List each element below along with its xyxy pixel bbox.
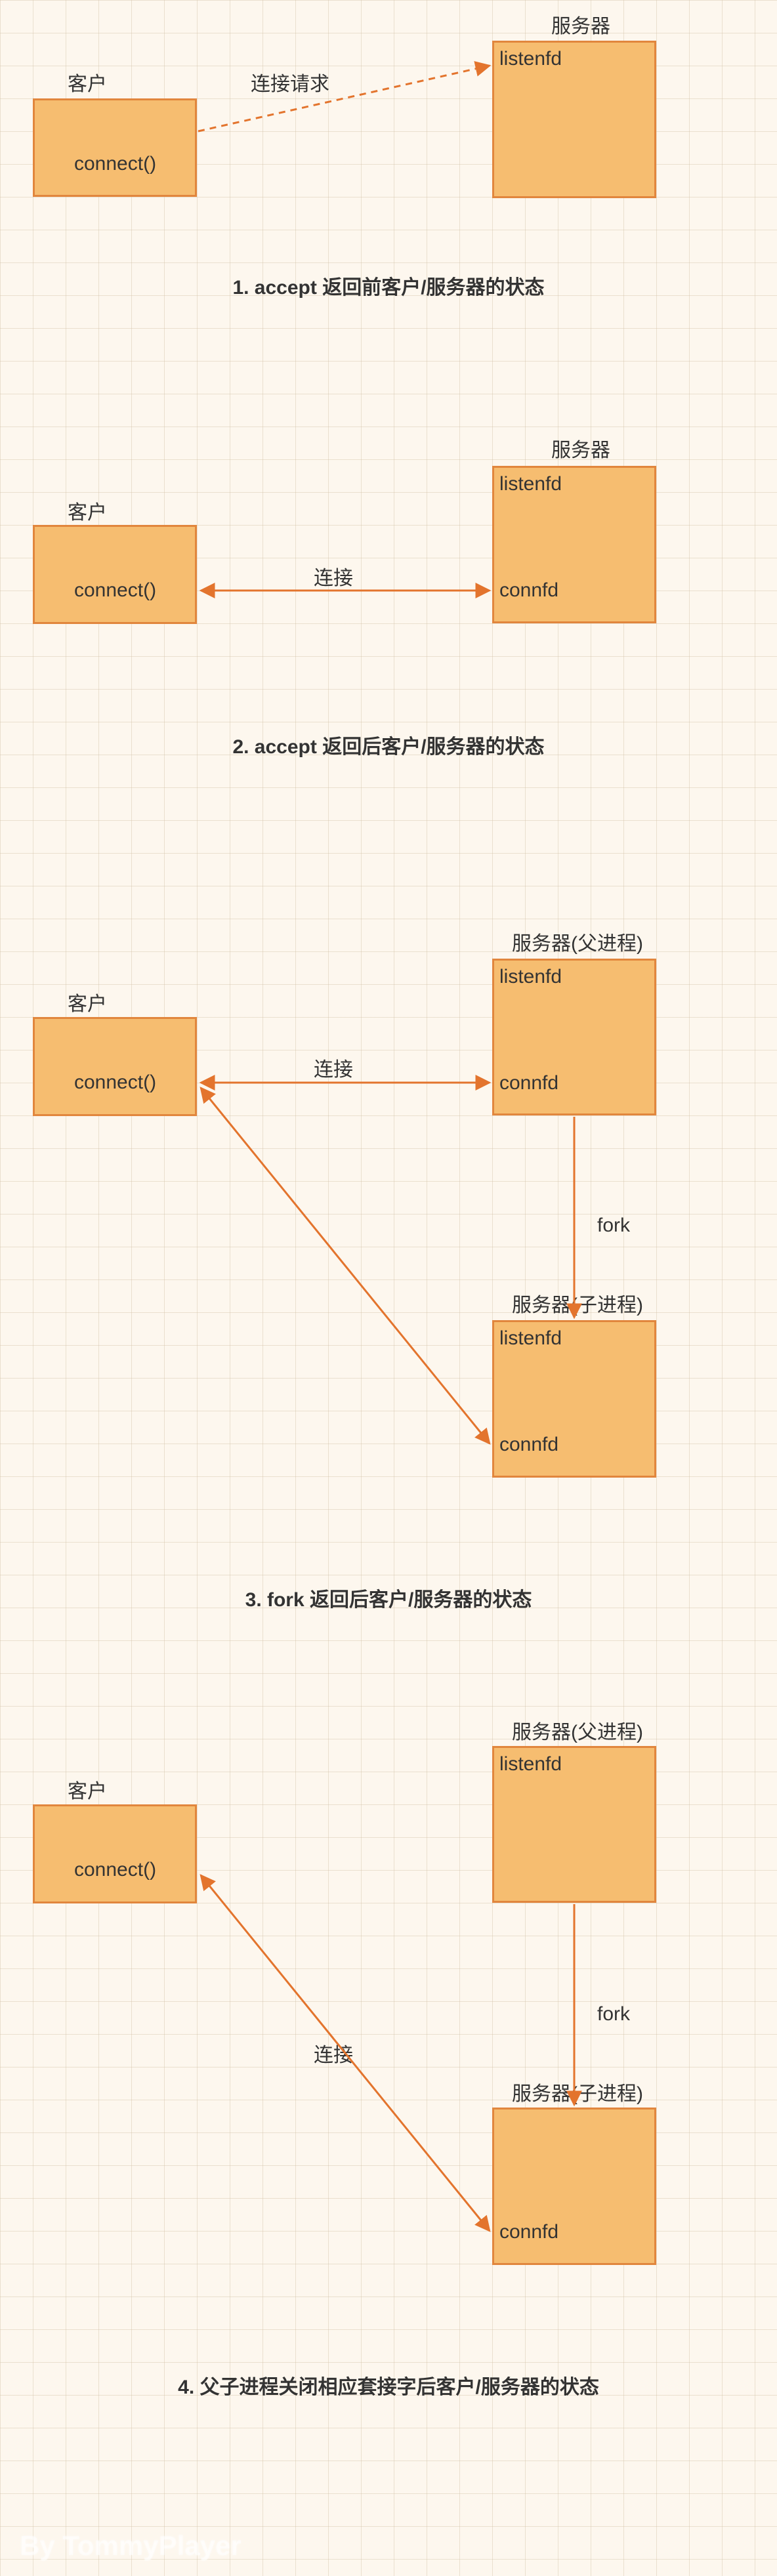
server-parent-connfd-3: connfd (499, 1072, 558, 1094)
client-connect-1: connect() (74, 153, 156, 175)
arrow-label-2: 连接 (314, 562, 353, 591)
server-box-2: listenfd connfd (492, 466, 656, 623)
server-child-box-4: connfd (492, 2108, 656, 2265)
server-title-2: 服务器 (551, 434, 610, 463)
arrow-label-3b: fork (597, 1215, 630, 1237)
arrow-label-4a: 连接 (314, 2039, 353, 2067)
server-parent-listenfd-4: listenfd (499, 1753, 562, 1776)
caption-2: 2. accept 返回后客户/服务器的状态 (0, 730, 777, 759)
server-connfd-2: connfd (499, 579, 558, 602)
client-box-1: connect() (33, 98, 197, 197)
server-parent-box-3: listenfd connfd (492, 959, 656, 1115)
server-parent-title-3: 服务器(父进程) (512, 927, 643, 956)
caption-3: 3. fork 返回后客户/服务器的状态 (0, 1583, 777, 1612)
arrow-label-4b: fork (597, 2003, 630, 2025)
arrows-layer (0, 0, 777, 2576)
server-child-listenfd-3: listenfd (499, 1327, 562, 1350)
client-box-3: connect() (33, 1017, 197, 1116)
server-parent-box-4: listenfd (492, 1746, 656, 1903)
server-child-title-4: 服务器(子进程) (512, 2077, 643, 2106)
watermark: By TommyPlayer (20, 2530, 242, 2562)
arrow-label-3a: 连接 (314, 1053, 353, 1082)
arrow-label-1: 连接请求 (251, 68, 329, 96)
client-connect-3: connect() (74, 1071, 156, 1094)
server-child-box-3: listenfd connfd (492, 1320, 656, 1478)
client-title-3: 客户 (68, 987, 107, 1016)
server-parent-listenfd-3: listenfd (499, 966, 562, 988)
client-box-4: connect() (33, 1804, 197, 1903)
caption-1: 1. accept 返回前客户/服务器的状态 (0, 271, 777, 300)
arrow-s1 (198, 66, 490, 131)
server-listenfd-1: listenfd (499, 48, 562, 70)
client-connect-4: connect() (74, 1859, 156, 1881)
client-title-2: 客户 (68, 496, 107, 525)
server-box-1: listenfd (492, 41, 656, 198)
arrow-s3-child (201, 1088, 490, 1444)
client-connect-2: connect() (74, 579, 156, 602)
server-listenfd-2: listenfd (499, 473, 562, 495)
server-parent-title-4: 服务器(父进程) (512, 1716, 643, 1745)
caption-4: 4. 父子进程关闭相应套接字后客户/服务器的状态 (0, 2371, 777, 2399)
server-child-connfd-4: connfd (499, 2221, 558, 2243)
server-child-connfd-3: connfd (499, 1434, 558, 1456)
client-title-4: 客户 (68, 1775, 107, 1804)
server-title-1: 服务器 (551, 10, 610, 39)
client-title-1: 客户 (68, 68, 107, 96)
client-box-2: connect() (33, 525, 197, 624)
server-child-title-3: 服务器(子进程) (512, 1289, 643, 1318)
